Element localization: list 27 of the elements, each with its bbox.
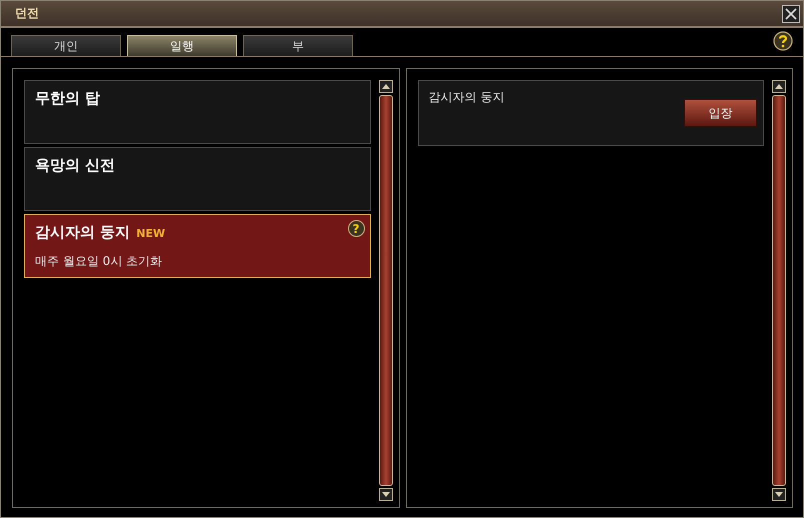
tab[interactable]: 개인 xyxy=(11,35,121,56)
scroll-up-button[interactable] xyxy=(378,80,392,93)
close-button[interactable] xyxy=(782,4,800,22)
new-label: NEW xyxy=(136,227,166,240)
window-title: 던전 xyxy=(15,5,39,22)
dungeon-name: 감시자의 둥지 xyxy=(35,223,130,242)
tab[interactable]: 부 xyxy=(243,35,353,56)
tab[interactable]: 일행 xyxy=(127,35,237,56)
down-arrow-icon xyxy=(382,492,390,497)
help-icon xyxy=(773,30,793,50)
dungeon-name: 무한의 탑 xyxy=(35,89,100,108)
scroll-down-button[interactable] xyxy=(772,488,786,501)
scroll-down-button[interactable] xyxy=(378,488,392,501)
help-button[interactable] xyxy=(773,30,793,54)
dungeon-item[interactable]: 무한의 탑 xyxy=(24,80,370,144)
close-icon xyxy=(784,6,798,20)
enter-button[interactable]: 입장 xyxy=(684,99,757,127)
reset-note: 매주 월요일 0시 초기화 xyxy=(35,253,164,270)
help-button[interactable]: ? xyxy=(348,220,364,237)
down-arrow-icon xyxy=(775,492,783,497)
dungeon-item[interactable]: 감시자의 둥지 NEW 매주 월요일 0시 초기화 ? xyxy=(24,214,370,278)
scroll-up-button[interactable] xyxy=(772,80,786,93)
dungeon-item[interactable]: 욕망의 신전 xyxy=(24,147,370,211)
dungeon-name: 욕망의 신전 xyxy=(35,156,116,175)
up-arrow-icon xyxy=(382,84,390,89)
dungeon-name: 감시자의 둥지 xyxy=(428,89,504,106)
up-arrow-icon xyxy=(775,84,783,89)
